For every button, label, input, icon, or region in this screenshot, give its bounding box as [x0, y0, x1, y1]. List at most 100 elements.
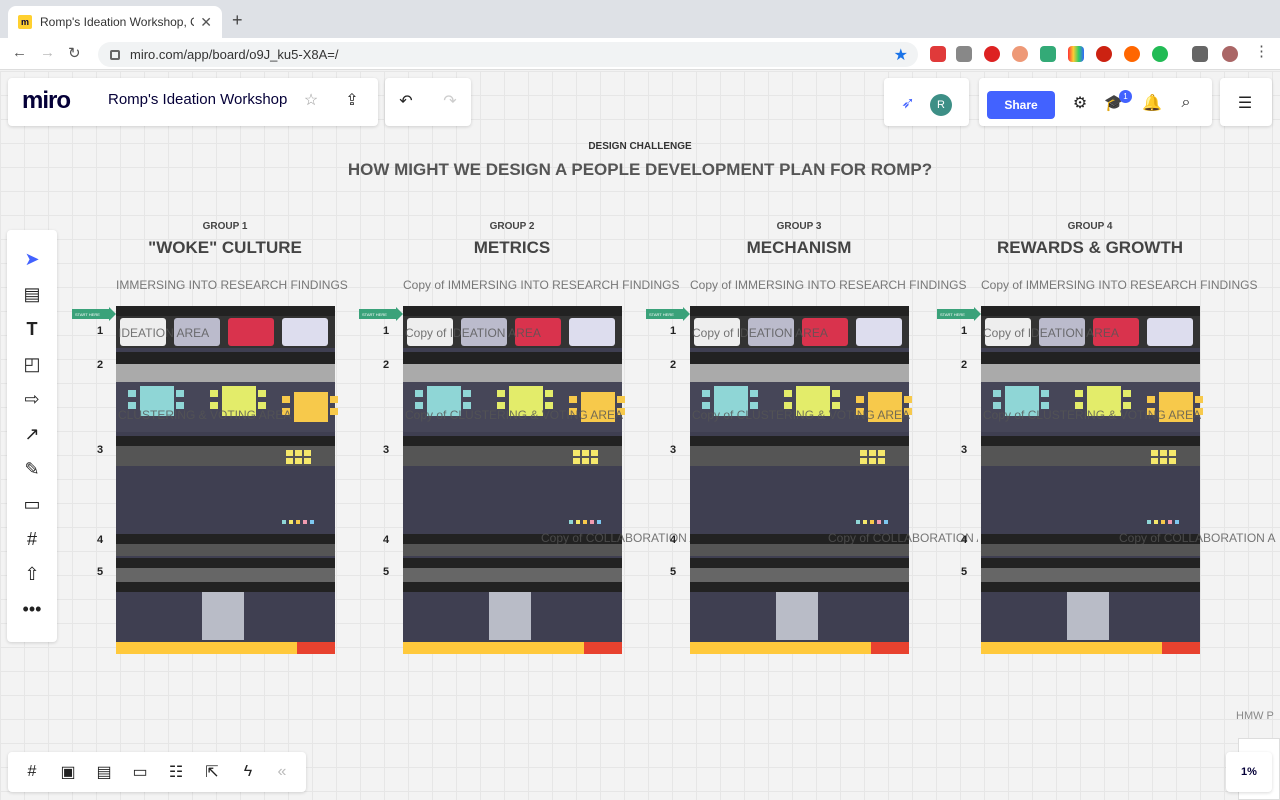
voting-dot[interactable]	[1175, 520, 1179, 524]
voting-dot[interactable]	[1161, 520, 1165, 524]
voting-dot[interactable]	[583, 520, 587, 524]
sticky-note[interactable]	[832, 390, 840, 397]
research-card[interactable]	[1147, 318, 1193, 346]
share-screen-icon[interactable]: ⇱	[200, 760, 224, 784]
voting-dot[interactable]	[863, 520, 867, 524]
research-card[interactable]	[856, 318, 902, 346]
menu-kebab-icon[interactable]: ⋮	[1254, 42, 1269, 60]
close-tab-icon[interactable]: ✕	[200, 14, 212, 31]
upload-icon[interactable]: ⇧	[7, 559, 57, 589]
voting-dot[interactable]	[303, 520, 307, 524]
search-icon[interactable]: ⌕	[1175, 92, 1197, 114]
voting-dot[interactable]	[310, 520, 314, 524]
workspace-area[interactable]	[1067, 592, 1109, 640]
frame-title[interactable]: Copy of CLUSTERING & VOTING AREA	[692, 408, 910, 422]
bookmark-star-icon[interactable]: ★	[894, 45, 908, 65]
browser-tab[interactable]: m Romp's Ideation Workshop, On ✕	[8, 6, 222, 38]
extension-icon[interactable]	[1152, 46, 1168, 62]
sticky-note[interactable]	[286, 450, 293, 456]
sticky-note-icon[interactable]: ◰	[7, 349, 57, 379]
frame-title[interactable]: Copy of COLLABORATION AREA	[828, 531, 978, 545]
firefox-extension-icon[interactable]	[1124, 46, 1140, 62]
avatar[interactable]: R	[930, 94, 952, 116]
sticky-note[interactable]	[1075, 390, 1083, 397]
voting-dot[interactable]	[590, 520, 594, 524]
grid-extension-icon[interactable]	[1068, 46, 1084, 62]
sticky-note[interactable]	[258, 390, 266, 397]
sticky-note[interactable]	[869, 450, 876, 456]
sticky-note[interactable]	[750, 390, 758, 397]
research-card[interactable]	[228, 318, 274, 346]
shape-arrow-icon[interactable]: ⇨	[7, 384, 57, 414]
sticky-note[interactable]	[176, 390, 184, 397]
sticky-note[interactable]	[573, 450, 580, 456]
voting-dot[interactable]	[1147, 520, 1151, 524]
presentation-icon[interactable]: ▣	[56, 760, 80, 784]
collapse-icon[interactable]: «	[270, 760, 294, 784]
sticky-note[interactable]	[860, 450, 867, 456]
research-card[interactable]	[282, 318, 328, 346]
voting-dot[interactable]	[856, 520, 860, 524]
voting-dot[interactable]	[884, 520, 888, 524]
miro-logo[interactable]: miro	[22, 87, 71, 115]
notes-list-icon[interactable]: ☰	[1234, 92, 1256, 114]
sticky-note[interactable]	[591, 450, 598, 456]
workshop-frame[interactable]	[981, 306, 1203, 654]
sticky-note[interactable]	[784, 390, 792, 397]
research-card[interactable]	[569, 318, 615, 346]
sticky-note[interactable]	[582, 458, 589, 464]
star-icon[interactable]: ☆	[301, 90, 321, 110]
voting-dot[interactable]	[576, 520, 580, 524]
export-icon[interactable]: ⇪	[342, 90, 362, 110]
sticky-note[interactable]	[304, 458, 311, 464]
workshop-frame[interactable]	[403, 306, 625, 654]
frame-icon[interactable]: #	[7, 524, 57, 554]
comments-icon[interactable]: ▤	[92, 760, 116, 784]
cards-icon[interactable]: ☷	[164, 760, 188, 784]
frame-title[interactable]: Copy of IMMERSING INTO RESEARCH FINDINGS	[690, 278, 967, 292]
chat-icon[interactable]: ▭	[128, 760, 152, 784]
sticky-note[interactable]	[295, 450, 302, 456]
profile-avatar-icon[interactable]	[1222, 46, 1238, 62]
sticky-note[interactable]	[591, 458, 598, 464]
voting-dot[interactable]	[289, 520, 293, 524]
sticky-note[interactable]	[617, 396, 625, 403]
frame-title[interactable]: Copy of COLLABORATION AREA	[541, 531, 691, 545]
workspace-area[interactable]	[202, 592, 244, 640]
bell-icon[interactable]: 🔔	[1141, 92, 1163, 114]
frame-title[interactable]: CLUSTERING & VOTING AREA	[118, 408, 291, 422]
voting-dot[interactable]	[569, 520, 573, 524]
pen-icon[interactable]: ✎	[7, 454, 57, 484]
zoom-level[interactable]: 1%	[1226, 752, 1272, 792]
sticky-note[interactable]	[1195, 396, 1203, 403]
new-tab-icon[interactable]: +	[232, 10, 243, 31]
undo-icon[interactable]: ↶	[395, 90, 417, 112]
redo-icon[interactable]: ↷	[439, 90, 461, 112]
sticky-note[interactable]	[282, 396, 290, 403]
extension-icon[interactable]	[1012, 46, 1028, 62]
board-canvas[interactable]: miro Romp's Ideation Workshop ☆ ⇪ ↶ ↷ ➶ …	[0, 71, 1280, 800]
sticky-note[interactable]	[497, 390, 505, 397]
url-field[interactable]: miro.com/app/board/o9J_ku5-X8A=/ ★	[98, 42, 918, 67]
sticky-note[interactable]	[702, 390, 710, 397]
pinterest-extension-icon[interactable]	[1096, 46, 1112, 62]
voting-dot[interactable]	[877, 520, 881, 524]
frame-title[interactable]: Copy of IMMERSING INTO RESEARCH FINDINGS	[981, 278, 1258, 292]
sticky-note[interactable]	[1151, 450, 1158, 456]
sticky-note[interactable]	[1123, 390, 1131, 397]
sticky-note[interactable]	[573, 458, 580, 464]
sticky-note[interactable]	[869, 458, 876, 464]
frame-title[interactable]: Copy of CLUSTERING & VOTING AREA	[405, 408, 623, 422]
sticky-note[interactable]	[1169, 458, 1176, 464]
board-name[interactable]: Romp's Ideation Workshop	[108, 91, 287, 108]
voting-dot[interactable]	[282, 520, 286, 524]
comment-icon[interactable]: ▭	[7, 489, 57, 519]
sticky-note[interactable]	[330, 408, 338, 415]
sticky-note[interactable]	[463, 390, 471, 397]
frame-title[interactable]: Copy of IDEATION AREA	[983, 326, 1119, 340]
sticky-note[interactable]	[856, 396, 864, 403]
voting-dot[interactable]	[870, 520, 874, 524]
workspace-area[interactable]	[489, 592, 531, 640]
sticky-note[interactable]	[330, 396, 338, 403]
sticky-note[interactable]	[1041, 390, 1049, 397]
